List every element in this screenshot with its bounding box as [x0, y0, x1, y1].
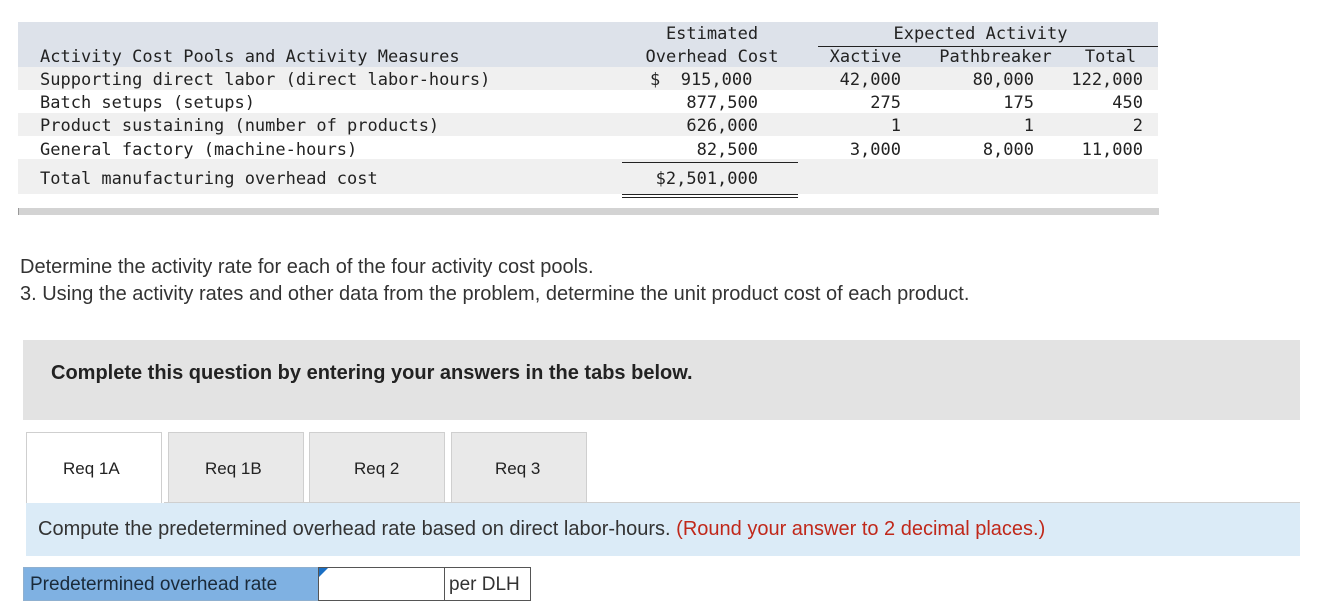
instruction-line-2: 3. Using the activity rates and other da… — [20, 283, 970, 305]
row-total: 11,000 — [1081, 140, 1143, 160]
row-total: 450 — [1112, 93, 1143, 113]
row-xactive: 275 — [870, 93, 901, 113]
header-row-title: Activity Cost Pools and Activity Measure… — [40, 47, 460, 67]
question-text: Complete this question by entering your … — [51, 362, 693, 384]
row-xactive: 3,000 — [849, 140, 901, 160]
row-xactive: 42,000 — [839, 70, 901, 90]
row-label: Product sustaining (number of products) — [40, 116, 440, 136]
overhead-rate-input[interactable] — [318, 567, 445, 601]
header-pathbreaker: Pathbreaker — [939, 47, 1052, 67]
compute-instruction-band: Compute the predetermined overhead rate … — [26, 503, 1300, 556]
tab-req-2[interactable]: Req 2 — [309, 432, 445, 502]
question-box: Complete this question by entering your … — [23, 340, 1300, 420]
row-cost: 82,500 — [696, 140, 758, 160]
subtotal-rule — [622, 162, 798, 163]
row-label: General factory (machine-hours) — [40, 140, 358, 160]
header-overhead-cost: Overhead Cost — [645, 47, 779, 67]
header-estimated: Estimated — [665, 24, 759, 44]
requirement-tabs: Req 1A Req 1B Req 2 Req 3 — [26, 432, 1300, 503]
row-pathbreaker: 80,000 — [972, 70, 1034, 90]
tab-label: Req 1A — [63, 459, 120, 478]
row-cost: 626,000 — [686, 116, 758, 136]
row-pathbreaker: 8,000 — [982, 140, 1034, 160]
header-expected-activity: Expected Activity — [893, 24, 1068, 44]
tab-label: Req 1B — [205, 459, 262, 478]
tab-label: Req 3 — [495, 459, 541, 478]
total-label: Total manufacturing overhead cost — [40, 169, 378, 189]
tab-label: Req 2 — [354, 459, 400, 478]
row-total: 2 — [1132, 116, 1143, 136]
tab-req-1b[interactable]: Req 1B — [168, 432, 304, 502]
header-xactive: Xactive — [829, 47, 902, 67]
row-xactive: 1 — [890, 116, 901, 136]
total-double-rule-bottom — [622, 197, 798, 198]
answer-unit: per DLH — [449, 574, 520, 595]
total-double-rule-top — [622, 194, 798, 195]
tab-req-1a[interactable]: Req 1A — [26, 432, 162, 503]
rounding-hint: (Round your answer to 2 decimal places.) — [676, 518, 1046, 540]
tab-req-3[interactable]: Req 3 — [451, 432, 587, 502]
row-total: 122,000 — [1071, 70, 1143, 90]
row-label: Batch setups (setups) — [40, 93, 255, 113]
input-marker-icon — [319, 568, 328, 577]
answer-unit-cell: per DLH — [445, 567, 531, 601]
row-cost: $ 915,000 — [650, 70, 753, 90]
row-label: Supporting direct labor (direct labor-ho… — [40, 70, 491, 90]
horizontal-scrollbar[interactable] — [18, 208, 1159, 215]
row-cost: 877,500 — [686, 93, 758, 113]
cost-data-table: Estimated Overhead Cost Expected Activit… — [18, 22, 1159, 215]
row-pathbreaker: 175 — [1003, 93, 1034, 113]
answer-label: Predetermined overhead rate — [30, 574, 278, 595]
compute-text: Compute the predetermined overhead rate … — [38, 518, 671, 540]
compute-instruction: Compute the predetermined overhead rate … — [38, 518, 1045, 541]
header-total: Total — [1084, 47, 1137, 67]
row-pathbreaker: 1 — [1023, 116, 1034, 136]
instruction-line-1: Determine the activity rate for each of … — [20, 256, 594, 278]
total-cost: $2,501,000 — [655, 169, 758, 189]
answer-label-cell: Predetermined overhead rate — [23, 567, 319, 601]
